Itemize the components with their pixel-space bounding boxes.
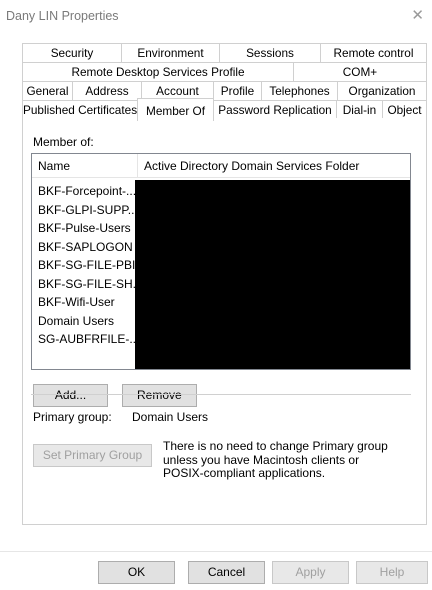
- tab-row-4: Published Certificates Member Of Passwor…: [22, 98, 427, 121]
- tab-profile[interactable]: Profile: [213, 82, 262, 101]
- tab-telephones[interactable]: Telephones: [261, 82, 338, 101]
- list-item[interactable]: BKF-Wifi-User: [32, 293, 135, 312]
- tab-sessions[interactable]: Sessions: [219, 44, 321, 63]
- set-primary-group-button[interactable]: Set Primary Group: [33, 444, 152, 467]
- tab-remote-control[interactable]: Remote control: [320, 44, 427, 63]
- title-bar: Dany LIN Properties ✕: [0, 0, 432, 32]
- tab-environment[interactable]: Environment: [121, 44, 220, 63]
- tab-organization[interactable]: Organization: [337, 82, 427, 101]
- tab-rds-profile[interactable]: Remote Desktop Services Profile: [22, 63, 294, 82]
- list-item[interactable]: BKF-SG-FILE-SH...: [32, 275, 135, 294]
- list-item[interactable]: BKF-Forcepoint-...: [32, 182, 135, 201]
- tab-row-1: Security Environment Sessions Remote con…: [22, 43, 427, 63]
- tab-security[interactable]: Security: [22, 44, 122, 63]
- tab-row-2: Remote Desktop Services Profile COM+: [22, 62, 427, 82]
- add-button[interactable]: Add...: [33, 384, 108, 407]
- help-button[interactable]: Help: [356, 561, 428, 584]
- member-of-label: Member of:: [33, 135, 94, 149]
- list-item[interactable]: BKF-GLPI-SUPP...: [32, 201, 135, 220]
- member-of-list[interactable]: Name Active Directory Domain Services Fo…: [31, 153, 411, 370]
- remove-button[interactable]: Remove: [122, 384, 197, 407]
- window-title: Dany LIN Properties: [6, 9, 119, 23]
- primary-group-label: Primary group:: [33, 410, 112, 424]
- cancel-button[interactable]: Cancel: [188, 561, 265, 584]
- tab-address[interactable]: Address: [72, 82, 142, 101]
- column-header-folder[interactable]: Active Directory Domain Services Folder: [138, 154, 410, 178]
- apply-button[interactable]: Apply: [272, 561, 349, 584]
- column-header-name[interactable]: Name: [32, 154, 137, 178]
- list-item[interactable]: BKF-SG-FILE-PBI...: [32, 256, 135, 275]
- primary-group-value: Domain Users: [132, 410, 209, 424]
- footer-divider: [0, 551, 432, 552]
- list-item[interactable]: Domain Users: [32, 312, 135, 331]
- redacted-region: [135, 180, 410, 369]
- list-item[interactable]: BKF-Pulse-Users: [32, 219, 135, 238]
- list-item[interactable]: SG-AUBFRFILE-...: [32, 330, 135, 349]
- tab-member-of[interactable]: Member Of: [137, 98, 214, 121]
- ok-button[interactable]: OK: [98, 561, 175, 584]
- tab-com-plus[interactable]: COM+: [293, 63, 427, 82]
- tab-general[interactable]: General: [22, 82, 73, 101]
- list-item[interactable]: BKF-SAPLOGON: [32, 238, 135, 257]
- close-icon[interactable]: ✕: [411, 6, 424, 24]
- primary-group-note: There is no need to change Primary group…: [163, 439, 388, 480]
- tab-row-3: General Address Account Profile Telephon…: [22, 81, 427, 101]
- section-divider: [31, 394, 411, 395]
